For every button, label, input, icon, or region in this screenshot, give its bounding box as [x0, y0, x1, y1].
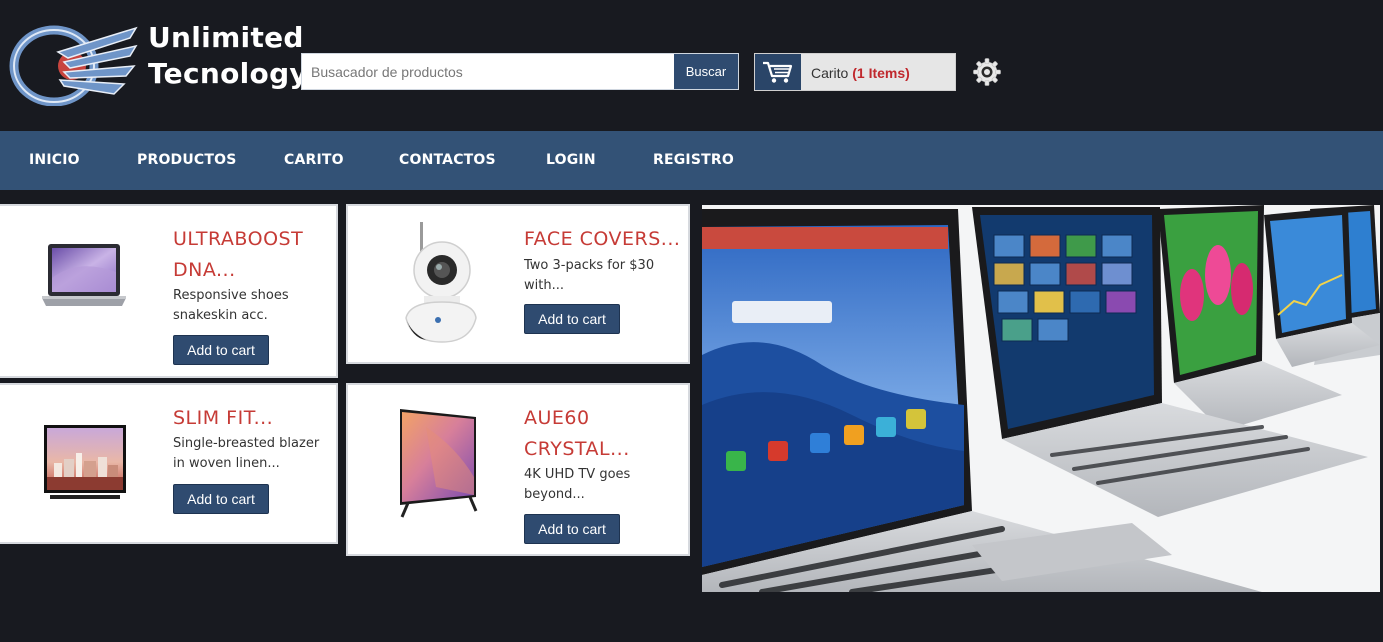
brand-line-1: Unlimited — [148, 21, 304, 54]
add-to-cart-button[interactable]: Add to cart — [524, 514, 620, 544]
product-desc-line-2: snakeskin acc. — [173, 308, 268, 323]
search-button[interactable]: Buscar — [674, 54, 738, 89]
product-desc-line-1: Responsive shoes — [173, 288, 289, 303]
cart-icon-box — [755, 54, 801, 90]
hero-banner-laptops-image — [702, 205, 1380, 592]
product-desc-line-2: beyond... — [524, 487, 585, 502]
product-description: Responsive shoes snakeskin acc. — [173, 286, 289, 326]
laptop-product-image[interactable] — [38, 238, 130, 330]
nav-item-productos[interactable]: PRODUCTOS — [137, 152, 237, 168]
cart-widget[interactable]: Carito (1 Items) — [754, 53, 956, 91]
nav-item-registro[interactable]: REGISTRO — [653, 152, 734, 168]
nav-item-login[interactable]: LOGIN — [546, 152, 596, 168]
product-card: AUE60 CRYSTAL... 4K UHD TV goes beyond..… — [346, 383, 690, 556]
product-card: FACE COVERS... Two 3-packs for $30 with.… — [346, 204, 690, 364]
search-bar: Buscar — [301, 53, 739, 90]
product-title-line-2: CRYSTAL... — [524, 438, 630, 460]
product-desc-line-1: Two 3-packs for $30 — [524, 258, 655, 273]
cart-count: (1 Items) — [852, 65, 910, 81]
tv-product-image[interactable] — [44, 423, 126, 505]
product-card: SLIM FIT... Single-breasted blazer in wo… — [0, 383, 338, 544]
nav-item-contactos[interactable]: CONTACTOS — [399, 152, 496, 168]
product-title[interactable]: FACE COVERS... — [524, 224, 680, 255]
product-title[interactable]: SLIM FIT... — [173, 403, 273, 434]
main-nav: INICIO PRODUCTOS CARITO CONTACTOS LOGIN … — [0, 131, 1383, 190]
product-title[interactable]: ULTRABOOST DNA... — [173, 224, 303, 286]
product-desc-line-1: Single-breasted blazer — [173, 436, 320, 451]
shopping-cart-icon — [763, 61, 793, 83]
brand-logo-icon[interactable] — [8, 22, 138, 106]
product-title-line-2: DNA... — [173, 259, 236, 281]
product-desc-line-2: in woven linen... — [173, 456, 280, 471]
product-title-line-1: SLIM FIT... — [173, 407, 274, 429]
product-description: Single-breasted blazer in woven linen... — [173, 434, 319, 474]
site-header: Unlimited Tecnology Buscar Carito (1 Ite… — [0, 0, 1383, 131]
product-title-line-1: FACE COVERS... — [524, 228, 681, 250]
nav-item-inicio[interactable]: INICIO — [29, 152, 80, 168]
cart-text: Carito (1 Items) — [811, 65, 910, 81]
camera-product-image[interactable] — [398, 220, 478, 344]
add-to-cart-button[interactable]: Add to cart — [524, 304, 620, 334]
product-description: 4K UHD TV goes beyond... — [524, 465, 630, 505]
gear-icon[interactable] — [973, 58, 1001, 86]
product-description: Two 3-packs for $30 with... — [524, 256, 654, 296]
brand-line-2: Tecnology — [148, 57, 308, 90]
search-input[interactable] — [302, 54, 674, 89]
product-title-line-1: AUE60 — [524, 407, 590, 429]
nav-item-carito[interactable]: CARITO — [284, 152, 344, 168]
samsung-tv-product-image[interactable] — [396, 407, 480, 519]
add-to-cart-button[interactable]: Add to cart — [173, 484, 269, 514]
cart-label: Carito — [811, 65, 849, 81]
product-title-line-1: ULTRABOOST — [173, 228, 304, 250]
product-card: ULTRABOOST DNA... Responsive shoes snake… — [0, 204, 338, 378]
brand-name[interactable]: Unlimited Tecnology — [148, 20, 308, 92]
product-title[interactable]: AUE60 CRYSTAL... — [524, 403, 630, 465]
product-desc-line-1: 4K UHD TV goes — [524, 467, 631, 482]
add-to-cart-button[interactable]: Add to cart — [173, 335, 269, 365]
product-desc-line-2: with... — [524, 278, 564, 293]
